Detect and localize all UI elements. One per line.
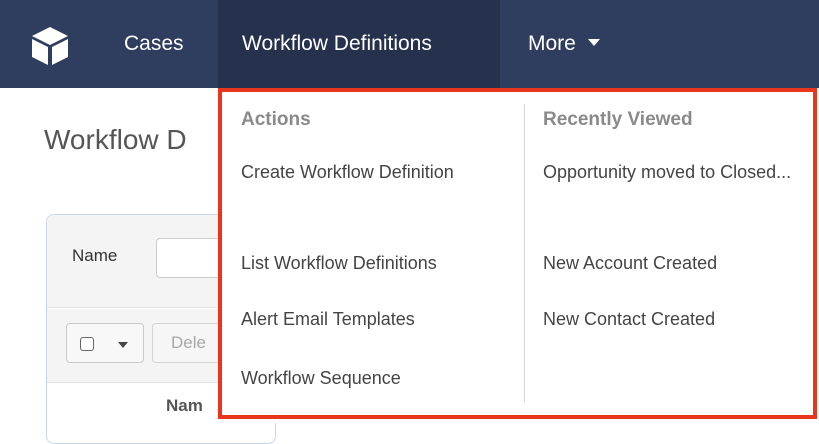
recent-item-opportunity-moved[interactable]: Opportunity moved to Closed... — [543, 156, 793, 188]
top-navbar: Cases Workflow Definitions More — [0, 0, 819, 88]
dropdown-divider — [524, 104, 525, 402]
menu-item-list-workflow-definitions[interactable]: List Workflow Definitions — [241, 247, 437, 279]
name-filter-label: Name — [72, 246, 118, 265]
actions-heading: Actions — [241, 109, 311, 130]
recent-item-new-account-created[interactable]: New Account Created — [543, 247, 717, 279]
nav-item-more[interactable]: More — [528, 0, 600, 88]
recently-viewed-heading: Recently Viewed — [543, 109, 693, 130]
menu-item-alert-email-templates[interactable]: Alert Email Templates — [241, 303, 415, 335]
chevron-down-icon[interactable] — [118, 342, 128, 348]
menu-item-workflow-sequence[interactable]: Workflow Sequence — [241, 362, 401, 394]
nav-more-label: More — [528, 32, 576, 55]
nav-item-workflow-definitions[interactable]: Workflow Definitions — [218, 0, 500, 88]
cube-icon[interactable] — [28, 24, 72, 68]
column-header-name[interactable]: Nam — [166, 396, 203, 416]
menu-item-create-workflow-definition[interactable]: Create Workflow Definition — [241, 156, 461, 188]
caret-down-icon — [587, 38, 600, 46]
nav-item-cases[interactable]: Cases — [124, 0, 184, 88]
select-all-dropdown[interactable] — [66, 323, 144, 363]
recent-item-new-contact-created[interactable]: New Contact Created — [543, 303, 715, 335]
select-all-checkbox[interactable] — [80, 337, 94, 351]
page-title: Workflow D — [44, 124, 187, 155]
